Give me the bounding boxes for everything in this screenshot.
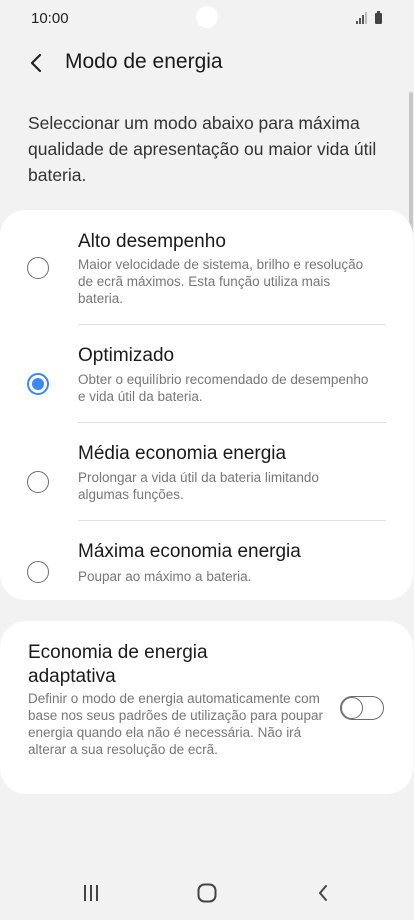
recents-button[interactable]: [71, 876, 111, 910]
mode-title: Média economia energia: [78, 443, 287, 464]
page-title: Modo de energia: [65, 50, 223, 73]
app-bar: Modo de energia: [0, 38, 414, 88]
mode-description: Maior velocidade de sistema, brilho e re…: [78, 257, 364, 306]
radio-button-selected[interactable]: [27, 373, 49, 395]
home-button[interactable]: [187, 876, 227, 910]
adaptive-description: Definir o modo de energia automaticament…: [28, 691, 323, 757]
mode-title: Máxima economia energia: [78, 541, 301, 562]
chevron-left-icon: [30, 53, 42, 73]
mode-option-medium-saving[interactable]: Média economia energia Prolongar a vida …: [0, 423, 413, 521]
battery-icon: [375, 11, 382, 24]
mode-option-high-performance[interactable]: Alto desempenho Maior velocidade de sist…: [0, 210, 413, 325]
toggle-knob: [341, 696, 363, 719]
adaptive-toggle-switch[interactable]: [340, 696, 384, 720]
mode-description: Prolongar a vida útil da bateria limitan…: [78, 470, 319, 502]
mode-option-optimized[interactable]: Optimizado Obter o equilíbrio recomendad…: [0, 325, 413, 423]
nav-back-button[interactable]: [303, 876, 343, 910]
camera-cutout: [196, 6, 218, 28]
back-icon: [319, 885, 327, 901]
radio-button[interactable]: [27, 471, 49, 493]
adaptive-title: Economia de energia adaptativa: [28, 642, 208, 687]
mode-description: Poupar ao máximo a bateria.: [78, 569, 252, 584]
radio-button[interactable]: [27, 561, 49, 583]
navigation-bar: [0, 868, 414, 920]
status-bar: 10:00: [0, 0, 414, 38]
radio-button[interactable]: [27, 257, 49, 279]
power-modes-card: Alto desempenho Maior velocidade de sist…: [0, 210, 413, 600]
signal-icon: [356, 12, 367, 24]
mode-title: Optimizado: [78, 345, 175, 366]
home-icon: [197, 883, 217, 903]
recents-icon: [84, 885, 98, 901]
mode-option-max-saving[interactable]: Máxima economia energia Poupar ao máximo…: [0, 521, 413, 600]
back-button[interactable]: [22, 48, 52, 78]
mode-title: Alto desempenho: [78, 231, 226, 252]
status-time: 10:00: [31, 10, 69, 27]
mode-description: Obter o equilíbrio recomendado de desemp…: [78, 372, 369, 404]
page-description: Seleccionar um modo abaixo para máxima q…: [28, 113, 377, 185]
